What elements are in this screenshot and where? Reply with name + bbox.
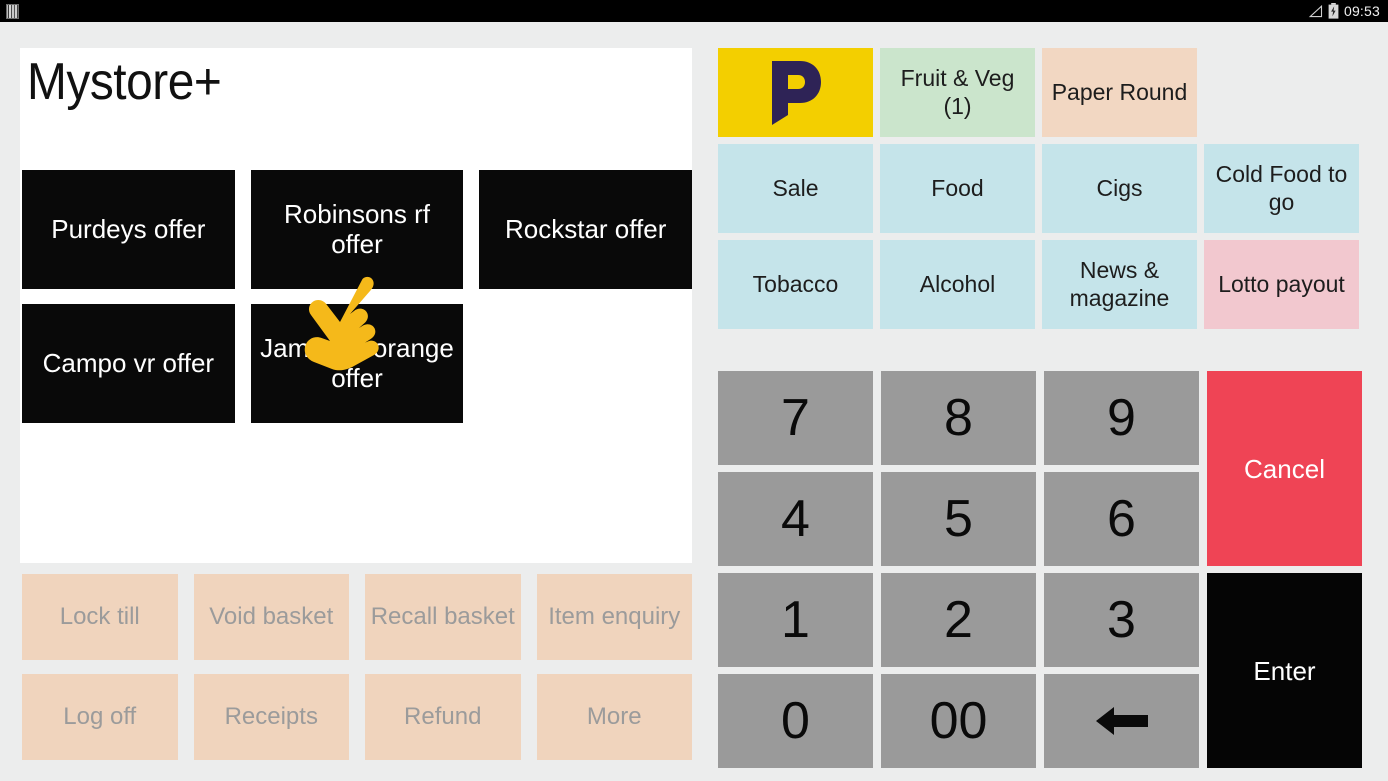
category-button-food[interactable]: Food: [880, 144, 1035, 233]
barcode-icon: [6, 3, 19, 19]
enter-button[interactable]: Enter: [1207, 573, 1362, 768]
category-row: Sale Food Cigs Cold Food to go: [718, 144, 1362, 233]
offer-button-campo-vr[interactable]: Campo vr offer: [22, 304, 235, 423]
left-column: Mystore+ Purdeys offer Robinsons rf offe…: [20, 48, 693, 767]
backspace-arrow-icon: [1095, 707, 1148, 735]
key-2[interactable]: 2: [881, 573, 1036, 667]
function-button-grid: Lock till Void basket Recall basket Item…: [22, 574, 692, 774]
key-5[interactable]: 5: [881, 472, 1036, 566]
category-button-cold-food-to-go[interactable]: Cold Food to go: [1204, 144, 1359, 233]
offer-button-rockstar[interactable]: Rockstar offer: [479, 170, 693, 289]
function-button-lock-till[interactable]: Lock till: [22, 574, 178, 660]
category-button-cigs[interactable]: Cigs: [1042, 144, 1197, 233]
key-1[interactable]: 1: [718, 573, 873, 667]
function-button-item-enquiry[interactable]: Item enquiry: [536, 574, 692, 660]
category-grid: Fruit & Veg (1) Paper Round Sale Food Ci…: [718, 48, 1362, 336]
basket-panel: Mystore+ Purdeys offer Robinsons rf offe…: [20, 48, 693, 563]
offer-grid: Purdeys offer Robinsons rf offer Rocksta…: [22, 170, 693, 438]
key-8[interactable]: 8: [881, 371, 1036, 465]
category-row: Fruit & Veg (1) Paper Round: [718, 48, 1362, 137]
category-button-sale[interactable]: Sale: [718, 144, 873, 233]
category-button-lotto-payout[interactable]: Lotto payout: [1204, 240, 1359, 329]
category-button-paper-round[interactable]: Paper Round: [1042, 48, 1197, 137]
status-clock: 09:53: [1343, 3, 1380, 19]
numeric-keypad: 7 8 9 Cancel 4 5 6 1 2 3 Enter 0 00: [718, 371, 1362, 768]
status-bar-left: [6, 3, 19, 19]
function-button-log-off[interactable]: Log off: [22, 674, 178, 760]
category-button-payzone[interactable]: [718, 48, 873, 137]
status-bar-right: 09:53: [1308, 3, 1380, 19]
function-row: Lock till Void basket Recall basket Item…: [22, 574, 692, 660]
offer-button-robinsons-rf[interactable]: Robinsons rf offer: [250, 170, 464, 289]
offer-button-jameson-orange[interactable]: Jameson orange offer: [250, 304, 464, 423]
category-button-news-magazine[interactable]: News & magazine: [1042, 240, 1197, 329]
cancel-button[interactable]: Cancel: [1207, 371, 1362, 566]
store-logo: Mystore+: [27, 53, 222, 111]
category-row: Tobacco Alcohol News & magazine Lotto pa…: [718, 240, 1362, 329]
key-double-zero[interactable]: 00: [881, 674, 1036, 768]
key-4[interactable]: 4: [718, 472, 873, 566]
offer-row: Purdeys offer Robinsons rf offer Rocksta…: [22, 170, 693, 289]
category-button-tobacco[interactable]: Tobacco: [718, 240, 873, 329]
category-button-fruit-veg[interactable]: Fruit & Veg (1): [880, 48, 1035, 137]
key-9[interactable]: 9: [1044, 371, 1199, 465]
function-button-more[interactable]: More: [536, 674, 692, 760]
key-backspace[interactable]: [1044, 674, 1199, 768]
key-0[interactable]: 0: [718, 674, 873, 768]
offer-slot-empty: [479, 304, 692, 423]
offer-row: Campo vr offer Jameson orange offer: [22, 304, 692, 423]
category-slot-empty: [1204, 48, 1359, 137]
function-button-recall-basket[interactable]: Recall basket: [365, 574, 521, 660]
key-3[interactable]: 3: [1044, 573, 1199, 667]
function-button-void-basket[interactable]: Void basket: [193, 574, 349, 660]
signal-triangle-icon: [1308, 4, 1323, 17]
key-6[interactable]: 6: [1044, 472, 1199, 566]
category-button-alcohol[interactable]: Alcohol: [880, 240, 1035, 329]
offer-button-purdeys[interactable]: Purdeys offer: [22, 170, 235, 289]
function-button-receipts[interactable]: Receipts: [193, 674, 349, 760]
key-7[interactable]: 7: [718, 371, 873, 465]
function-button-refund[interactable]: Refund: [365, 674, 521, 760]
right-column: Fruit & Veg (1) Paper Round Sale Food Ci…: [718, 48, 1362, 768]
pos-screen: Mystore+ Purdeys offer Robinsons rf offe…: [0, 22, 1388, 781]
status-bar: 09:53: [0, 0, 1388, 22]
battery-charging-icon: [1328, 3, 1339, 19]
function-row: Log off Receipts Refund More: [22, 674, 692, 760]
payzone-p-logo-icon: [771, 60, 821, 125]
